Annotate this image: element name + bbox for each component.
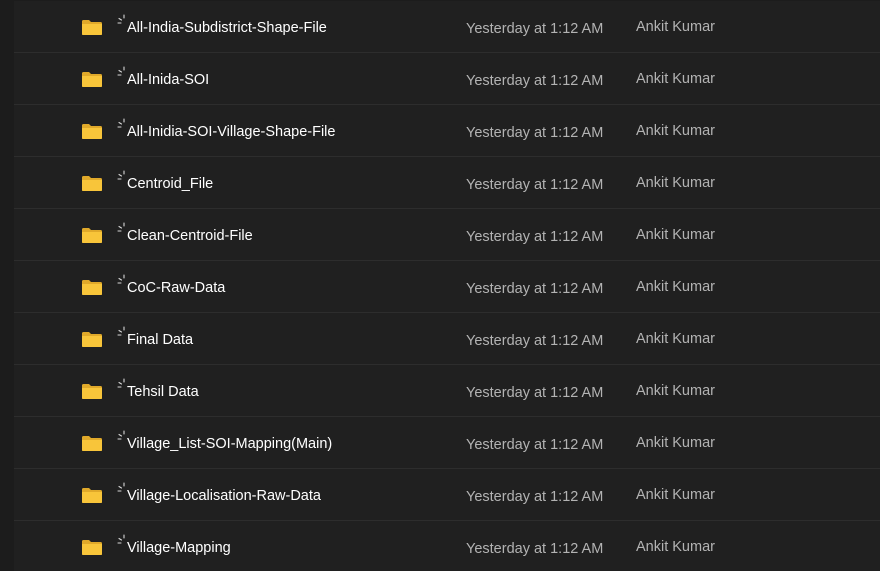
owner-name: Ankit Kumar [636, 383, 715, 399]
file-name[interactable]: Clean-Centroid-File [127, 227, 253, 245]
owner-name: Ankit Kumar [636, 227, 715, 243]
file-name[interactable]: Final Data [127, 331, 193, 349]
date-modified: Yesterday at 1:12 AM [466, 229, 604, 245]
folder-icon [81, 175, 103, 192]
file-row[interactable]: Centroid_File Yesterday at 1:12 AM Ankit K… [14, 157, 880, 209]
file-row[interactable]: Clean-Centroid-File Yesterday at 1:12 AM A… [14, 209, 880, 261]
file-row[interactable]: Village_List-SOI-Mapping(Main) Yesterday … [14, 417, 880, 469]
owner-name: Ankit Kumar [636, 123, 715, 139]
date-modified: Yesterday at 1:12 AM [466, 21, 604, 37]
file-name[interactable]: Centroid_File [127, 175, 213, 193]
folder-icon [81, 331, 103, 348]
file-row[interactable]: Village-Mapping Yesterday at 1:12 AM Ankit… [14, 521, 880, 571]
folder-icon [81, 279, 103, 296]
folder-icon [81, 19, 103, 36]
owner-name: Ankit Kumar [636, 539, 715, 555]
date-modified: Yesterday at 1:12 AM [466, 385, 604, 401]
owner-name: Ankit Kumar [636, 487, 715, 503]
date-modified: Yesterday at 1:12 AM [466, 541, 604, 557]
folder-icon [81, 123, 103, 140]
date-modified: Yesterday at 1:12 AM [466, 281, 604, 297]
folder-icon [81, 487, 103, 504]
file-name[interactable]: Village-Localisation-Raw-Data [127, 487, 321, 505]
file-row[interactable]: Village-Localisation-Raw-Data Yesterday a… [14, 469, 880, 521]
date-modified: Yesterday at 1:12 AM [466, 125, 604, 141]
file-name[interactable]: Village_List-SOI-Mapping(Main) [127, 435, 332, 453]
file-row[interactable]: Final Data Yesterday at 1:12 AM Ankit Kuma… [14, 313, 880, 365]
file-row[interactable]: All-Inidia-SOI-Village-Shape-File Yesterd… [14, 105, 880, 157]
file-name[interactable]: All-Inidia-SOI-Village-Shape-File [127, 123, 335, 141]
date-modified: Yesterday at 1:12 AM [466, 489, 604, 505]
folder-icon [81, 71, 103, 88]
owner-name: Ankit Kumar [636, 331, 715, 347]
owner-name: Ankit Kumar [636, 175, 715, 191]
file-row[interactable]: Tehsil Data Yesterday at 1:12 AM Ankit Kum… [14, 365, 880, 417]
owner-name: Ankit Kumar [636, 19, 715, 35]
owner-name: Ankit Kumar [636, 279, 715, 295]
file-name[interactable]: All-Inida-SOI [127, 71, 209, 89]
folder-icon [81, 539, 103, 556]
file-name[interactable]: All-India-Subdistrict-Shape-File [127, 19, 327, 37]
file-row[interactable]: All-Inida-SOI Yesterday at 1:12 AM Ankit K… [14, 53, 880, 105]
file-list: All-India-Subdistrict-Shape-File Yesterda… [0, 0, 880, 571]
file-row[interactable]: CoC-Raw-Data Yesterday at 1:12 AM Ankit Ku… [14, 261, 880, 313]
file-name[interactable]: Village-Mapping [127, 539, 231, 557]
owner-name: Ankit Kumar [636, 71, 715, 87]
folder-icon [81, 227, 103, 244]
date-modified: Yesterday at 1:12 AM [466, 437, 604, 453]
date-modified: Yesterday at 1:12 AM [466, 177, 604, 193]
date-modified: Yesterday at 1:12 AM [466, 73, 604, 89]
file-name[interactable]: CoC-Raw-Data [127, 279, 225, 297]
file-row[interactable]: All-India-Subdistrict-Shape-File Yesterda… [14, 1, 880, 53]
folder-icon [81, 435, 103, 452]
date-modified: Yesterday at 1:12 AM [466, 333, 604, 349]
folder-icon [81, 383, 103, 400]
owner-name: Ankit Kumar [636, 435, 715, 451]
file-name[interactable]: Tehsil Data [127, 383, 199, 401]
